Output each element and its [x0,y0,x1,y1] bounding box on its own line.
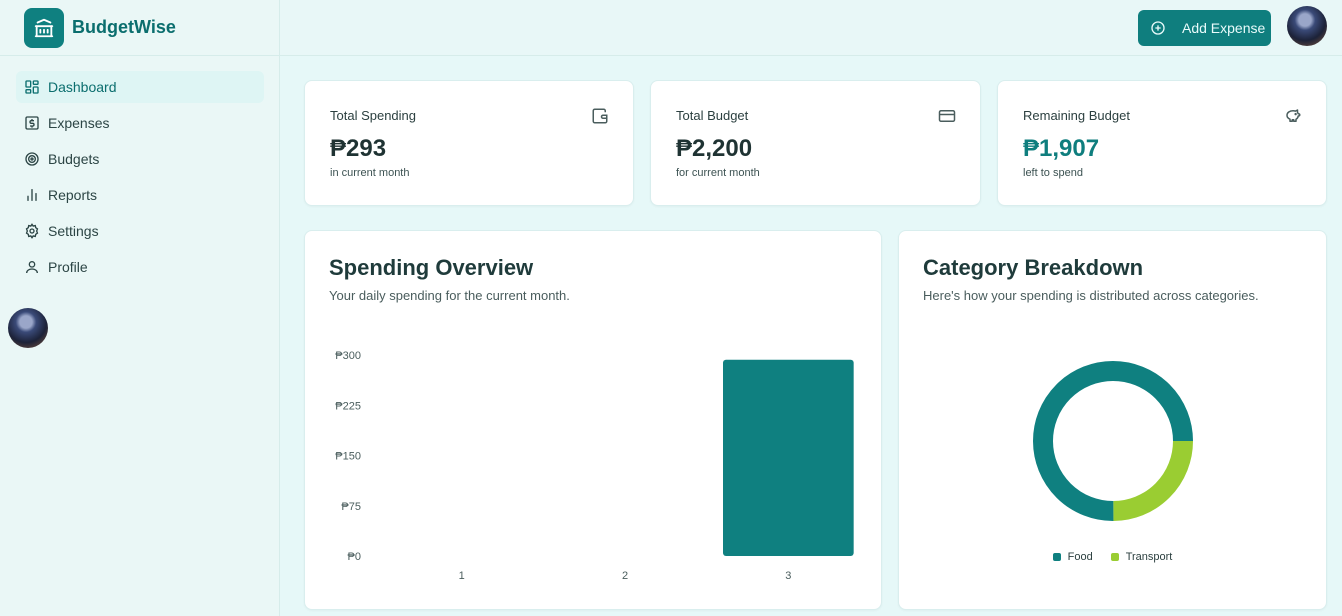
legend-label: Transport [1125,551,1173,563]
top-header: Add Expense [280,0,1342,56]
stat-subtitle: left to spend [1023,167,1083,179]
sidebar-nav: Dashboard Expenses Budgets Reports Setti… [16,71,264,287]
legend-item-transport[interactable]: Transport [1110,551,1173,563]
stat-title: Total Spending [330,108,417,123]
sidebar-item-label: Settings [48,223,99,239]
chart-legend: Food Transport [899,551,1326,563]
sidebar-item-budgets[interactable]: Budgets [16,143,264,175]
sidebar-item-label: Expenses [48,115,110,131]
bar-chart-icon [24,187,40,203]
app: BudgetWise Dashboard Expenses Budgets Re… [0,0,1342,616]
stat-title: Total Budget [676,108,749,123]
x-tick-label: 1 [459,570,465,582]
gear-icon [24,223,40,239]
stat-subtitle: in current month [330,167,410,179]
stat-subtitle: for current month [676,167,760,179]
brand-name: BudgetWise [72,17,176,37]
legend-label: Food [1067,551,1093,563]
target-icon [24,151,40,167]
pie-slice-transport[interactable] [1112,440,1193,521]
sidebar-item-label: Reports [48,187,98,203]
stat-value: ₱1,907 [1023,135,1100,162]
sidebar-item-label: Budgets [48,151,100,167]
x-tick-label: 2 [622,570,628,582]
avatar[interactable] [8,308,48,348]
legend-swatch [1110,553,1119,561]
x-tick-label: 3 [785,570,791,582]
dashboard-icon [24,79,40,95]
add-expense-button[interactable]: Add Expense [1138,10,1271,46]
y-tick-label: ₱0 [348,551,361,563]
category-breakdown-card: Category Breakdown Here's how your spend… [898,230,1327,610]
stat-value: ₱293 [330,135,387,162]
y-tick-label: ₱75 [341,501,361,513]
plus-circle-icon [1150,20,1166,36]
wallet-icon [591,107,609,125]
sidebar-item-label: Dashboard [48,79,117,95]
y-tick-label: ₱150 [335,451,361,463]
dollar-icon [24,115,40,131]
sidebar-item-dashboard[interactable]: Dashboard [16,71,264,103]
sidebar-item-settings[interactable]: Settings [16,215,264,247]
bank-icon [24,7,64,48]
stat-card-total-budget: Total Budget ₱2,200 for current month [650,80,981,206]
y-tick-label: ₱300 [335,350,361,362]
add-expense-label: Add Expense [1182,20,1266,36]
bar[interactable] [723,359,854,556]
user-icon [24,259,40,275]
sidebar: BudgetWise Dashboard Expenses Budgets Re… [0,0,280,616]
stat-card-total-spending: Total Spending ₱293 in current month [304,80,634,206]
legend-swatch [1052,553,1061,561]
spending-overview-card: Spending Overview Your daily spending fo… [304,230,882,610]
sidebar-item-expenses[interactable]: Expenses [16,107,264,139]
stat-card-remaining-budget: Remaining Budget ₱1,907 left to spend [997,80,1327,206]
stat-title: Remaining Budget [1023,108,1130,123]
user-avatar[interactable] [1287,6,1327,46]
y-tick-label: ₱225 [335,400,361,412]
sidebar-item-reports[interactable]: Reports [16,179,264,211]
stat-value: ₱2,200 [676,135,753,162]
sidebar-item-label: Profile [48,259,88,275]
piggy-bank-icon [1284,107,1302,125]
sidebar-item-profile[interactable]: Profile [16,251,264,283]
legend-item-food[interactable]: Food [1052,551,1093,563]
spending-bar-chart: ₱0 ₱75 ₱150 ₱225 ₱300 1 2 3 [335,350,854,582]
brand[interactable]: BudgetWise [0,0,280,56]
credit-card-icon [938,107,956,125]
